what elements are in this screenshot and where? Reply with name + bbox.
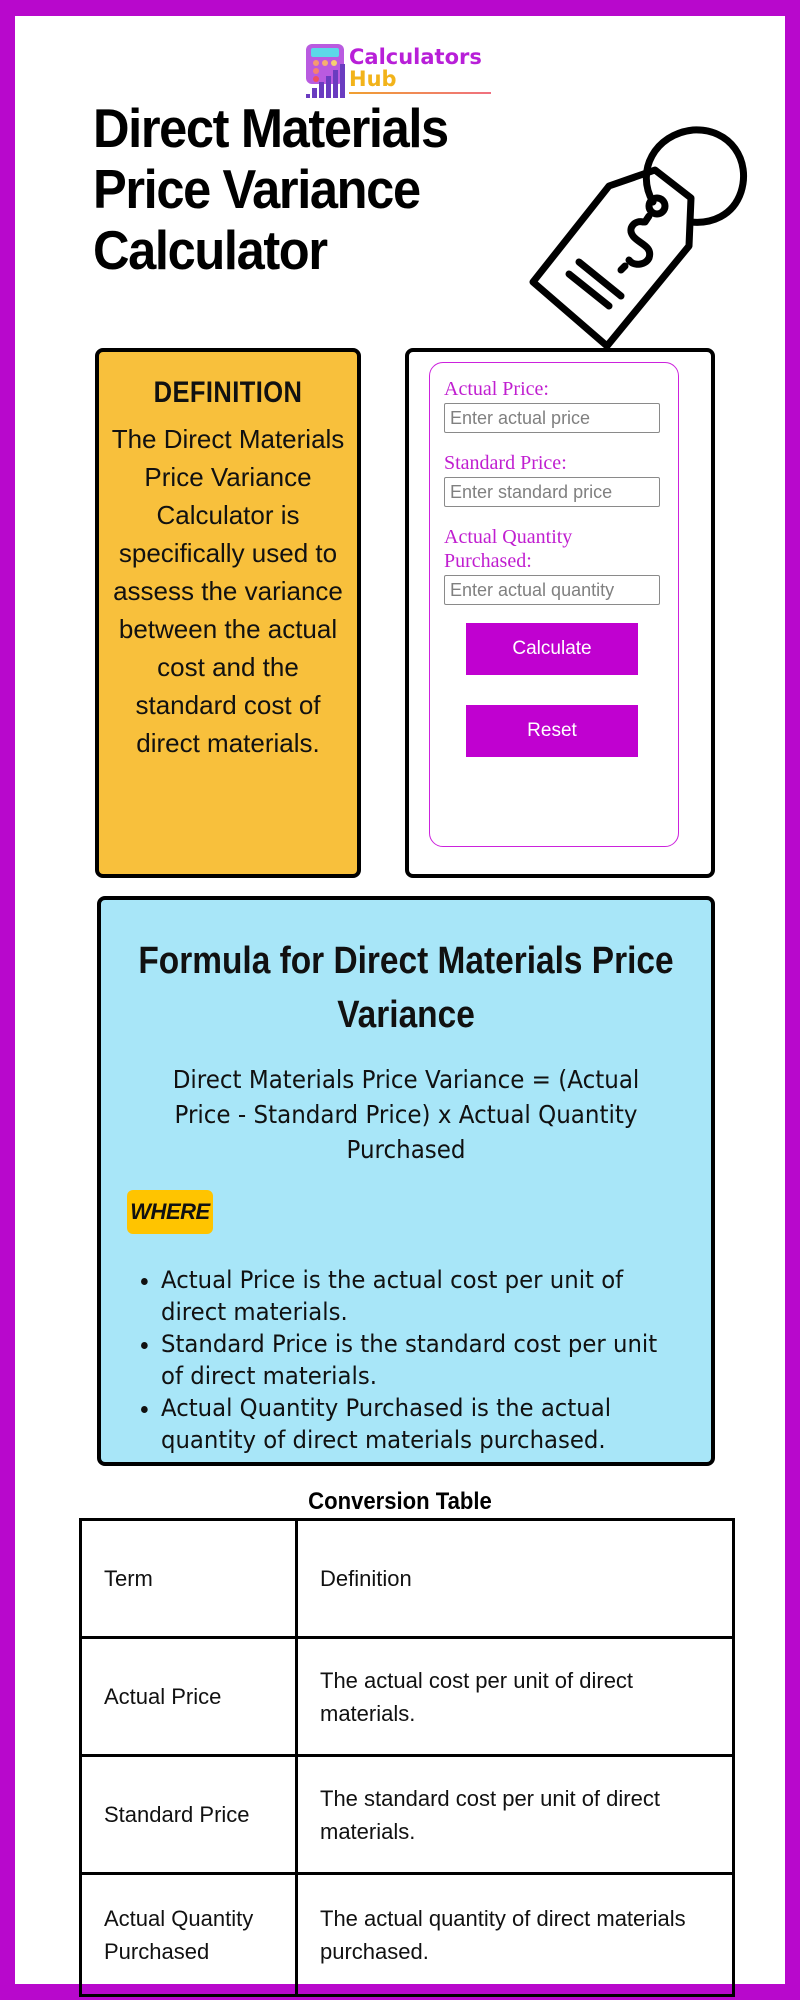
table-row: Standard Price The standard cost per uni… — [79, 1754, 735, 1875]
formula-equation: Direct Materials Price Variance = (Actua… — [172, 1065, 640, 1164]
table-cell-term: Standard Price — [79, 1754, 298, 1875]
formula-title: Formula for Direct Materials Price Varia… — [138, 940, 674, 1036]
table-header-row: Term Definition — [79, 1518, 735, 1639]
table-cell-term: Actual Price — [79, 1636, 298, 1757]
where-item-actual-quantity: Actual Quantity Purchased is the actual … — [161, 1392, 674, 1456]
table-cell-definition: The standard cost per unit of direct mat… — [295, 1754, 735, 1875]
calculator-chart-icon — [306, 44, 345, 98]
calculator-card: Actual Price: Standard Price: Actual Qua… — [405, 348, 715, 878]
table-row: Actual Quantity Purchased The actual qua… — [79, 1872, 735, 1997]
table-cell-term: Actual Quantity Purchased — [79, 1872, 298, 1997]
calculator-form: Actual Price: Standard Price: Actual Qua… — [429, 362, 679, 847]
actual-price-input[interactable] — [444, 403, 660, 433]
where-item-standard-price: Standard Price is the standard cost per … — [161, 1328, 674, 1392]
price-tag-icon — [529, 126, 748, 350]
actual-price-label: Actual Price: — [444, 378, 549, 400]
definition-heading: DEFINITION — [153, 376, 303, 409]
actual-quantity-label: Actual Quantity Purchased: — [444, 526, 573, 572]
table-cell-definition: The actual quantity of direct materials … — [295, 1872, 735, 1997]
definition-text: The Direct Materials Price Variance Calc… — [111, 424, 345, 758]
brand-underline — [349, 92, 491, 94]
brand-name-line2: Hub — [349, 67, 397, 91]
brand-name-line1: Calculators — [349, 45, 482, 69]
conversion-table: Term Definition Actual Price The actual … — [79, 1518, 735, 1997]
calculate-button[interactable]: Calculate — [466, 623, 638, 675]
formula-card: Formula for Direct Materials Price Varia… — [97, 896, 715, 1466]
table-cell-definition: The actual cost per unit of direct mater… — [295, 1636, 735, 1757]
standard-price-label: Standard Price: — [444, 452, 567, 474]
table-row: Actual Price The actual cost per unit of… — [79, 1636, 735, 1757]
reset-button[interactable]: Reset — [466, 705, 638, 757]
table-title: Conversion Table — [308, 1488, 492, 1515]
brand-name: Calculators Hub — [349, 46, 482, 90]
where-badge: WHERE — [127, 1190, 213, 1234]
definition-card: DEFINITION The Direct Materials Price Va… — [95, 348, 361, 878]
where-list: Actual Price is the actual cost per unit… — [141, 1264, 701, 1456]
calculators-hub-logo[interactable]: Calculators Hub — [304, 40, 504, 102]
where-item-actual-price: Actual Price is the actual cost per unit… — [161, 1264, 674, 1328]
page-title: Direct Materials Price Variance Calculat… — [93, 97, 449, 281]
actual-quantity-input[interactable] — [444, 575, 660, 605]
table-header-term: Term — [79, 1518, 298, 1639]
standard-price-input[interactable] — [444, 477, 660, 507]
infographic-page: Calculators Hub Direct Materials Price V… — [15, 16, 785, 1997]
table-header-definition: Definition — [295, 1518, 735, 1639]
